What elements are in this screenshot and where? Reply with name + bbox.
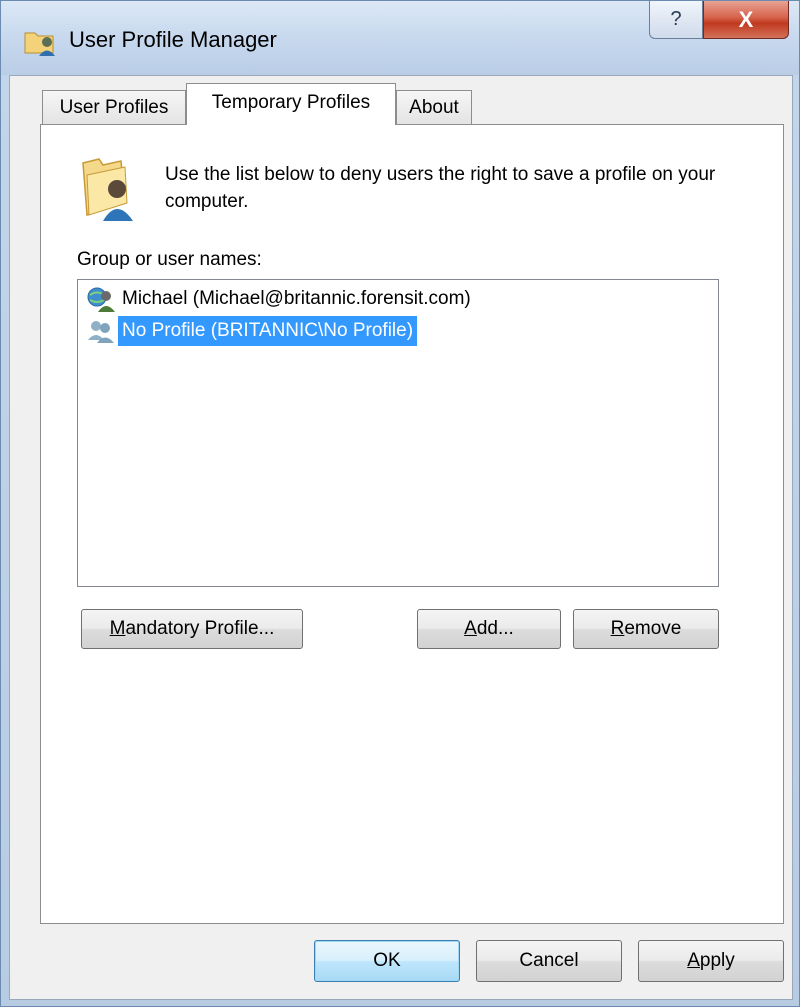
- folder-user-icon: [82, 158, 133, 221]
- button-label: Apply: [687, 950, 735, 971]
- tab-temporary-profiles[interactable]: Temporary Profiles: [186, 83, 396, 125]
- list-item[interactable]: No Profile (BRITANNIC\No Profile): [86, 316, 418, 346]
- dialog-client-area: User Profiles Temporary Profiles About U…: [9, 75, 793, 1000]
- tab-label: User Profiles: [59, 97, 169, 118]
- info-text: Use the list below to deny users the rig…: [165, 164, 716, 212]
- button-label: Cancel: [519, 950, 579, 971]
- cancel-button[interactable]: Cancel: [476, 940, 622, 982]
- user-list[interactable]: Michael (Michael@britannic.forensit.com)…: [77, 279, 719, 587]
- button-label: Remove: [610, 618, 682, 639]
- button-label: Mandatory Profile...: [109, 618, 275, 639]
- button-label: OK: [373, 950, 401, 971]
- tab-label: Temporary Profiles: [211, 92, 371, 113]
- list-item[interactable]: Michael (Michael@britannic.forensit.com): [86, 284, 475, 314]
- window-title: User Profile Manager: [69, 27, 277, 52]
- user-globe-icon: [87, 287, 115, 312]
- button-label: Add...: [464, 618, 514, 639]
- help-button[interactable]: ?: [649, 1, 703, 39]
- temporary-profiles-panel: Use the list below to deny users the rig…: [40, 124, 784, 924]
- caption-buttons: ? X: [649, 1, 789, 41]
- user-profile-manager-icon: [24, 32, 55, 56]
- tab-label: About: [409, 97, 459, 118]
- list-item-label: Michael (Michael@britannic.forensit.com): [122, 288, 471, 309]
- mandatory-profile-button[interactable]: Mandatory Profile...: [81, 609, 303, 649]
- help-icon: ?: [670, 8, 682, 30]
- close-button[interactable]: X: [703, 1, 789, 39]
- remove-button[interactable]: Remove: [573, 609, 719, 649]
- group-or-user-names-label: Group or user names:: [77, 249, 262, 270]
- add-button[interactable]: Add...: [417, 609, 561, 649]
- apply-button[interactable]: Apply: [638, 940, 784, 982]
- ok-button[interactable]: OK: [314, 940, 460, 982]
- dialog-window: User Profile Manager ? X User Profiles T…: [0, 0, 800, 1007]
- title-bar[interactable]: User Profile Manager ? X: [1, 1, 799, 75]
- tab-user-profiles[interactable]: User Profiles: [42, 90, 186, 125]
- user-group-icon: [88, 321, 114, 343]
- close-icon: X: [738, 6, 754, 32]
- tab-about[interactable]: About: [396, 90, 472, 125]
- list-item-label: No Profile (BRITANNIC\No Profile): [118, 316, 418, 346]
